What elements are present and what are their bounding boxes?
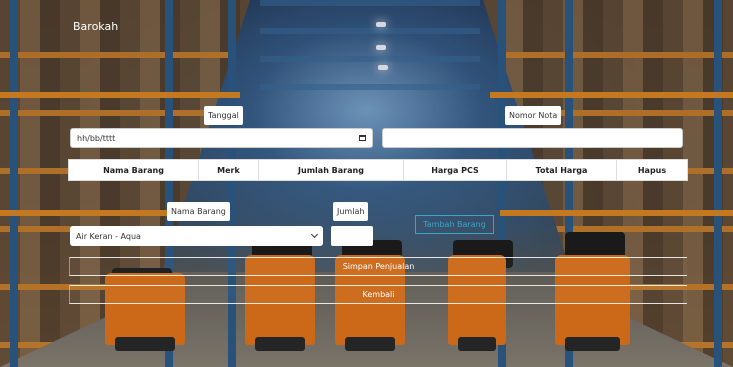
add-item-button[interactable]: Tambah Barang — [415, 215, 494, 234]
col-quantity: Jumlah Barang — [259, 160, 404, 180]
app-window: Barokah Tanggal hh/bb/tttt Nomor Nota Na… — [0, 0, 733, 367]
date-label: Tanggal — [204, 106, 243, 125]
col-total-price: Total Harga — [507, 160, 617, 180]
col-brand: Merk — [199, 160, 259, 180]
back-button[interactable]: Kembali — [69, 285, 687, 304]
item-select-value: Air Keran - Aqua — [76, 231, 141, 241]
item-name-label: Nama Barang — [167, 202, 230, 221]
quantity-input[interactable] — [331, 226, 373, 246]
quantity-label: Jumlah — [333, 202, 369, 221]
col-delete: Hapus — [637, 165, 667, 175]
save-sale-button[interactable]: Simpan Penjualan — [69, 257, 687, 276]
items-table-header: Nama Barang Merk Jumlah Barang Harga PCS… — [68, 159, 688, 181]
note-number-input[interactable] — [382, 128, 683, 148]
item-select[interactable]: Air Keran - Aqua — [70, 226, 323, 246]
date-placeholder: hh/bb/tttt — [77, 133, 116, 143]
calendar-icon[interactable] — [359, 135, 366, 141]
chevron-down-icon — [310, 230, 319, 239]
col-item-name: Nama Barang — [69, 160, 199, 180]
note-number-label: Nomor Nota — [505, 106, 562, 125]
date-input[interactable]: hh/bb/tttt — [70, 128, 373, 148]
col-unit-price: Harga PCS — [404, 160, 507, 180]
brand-title[interactable]: Barokah — [73, 20, 118, 33]
